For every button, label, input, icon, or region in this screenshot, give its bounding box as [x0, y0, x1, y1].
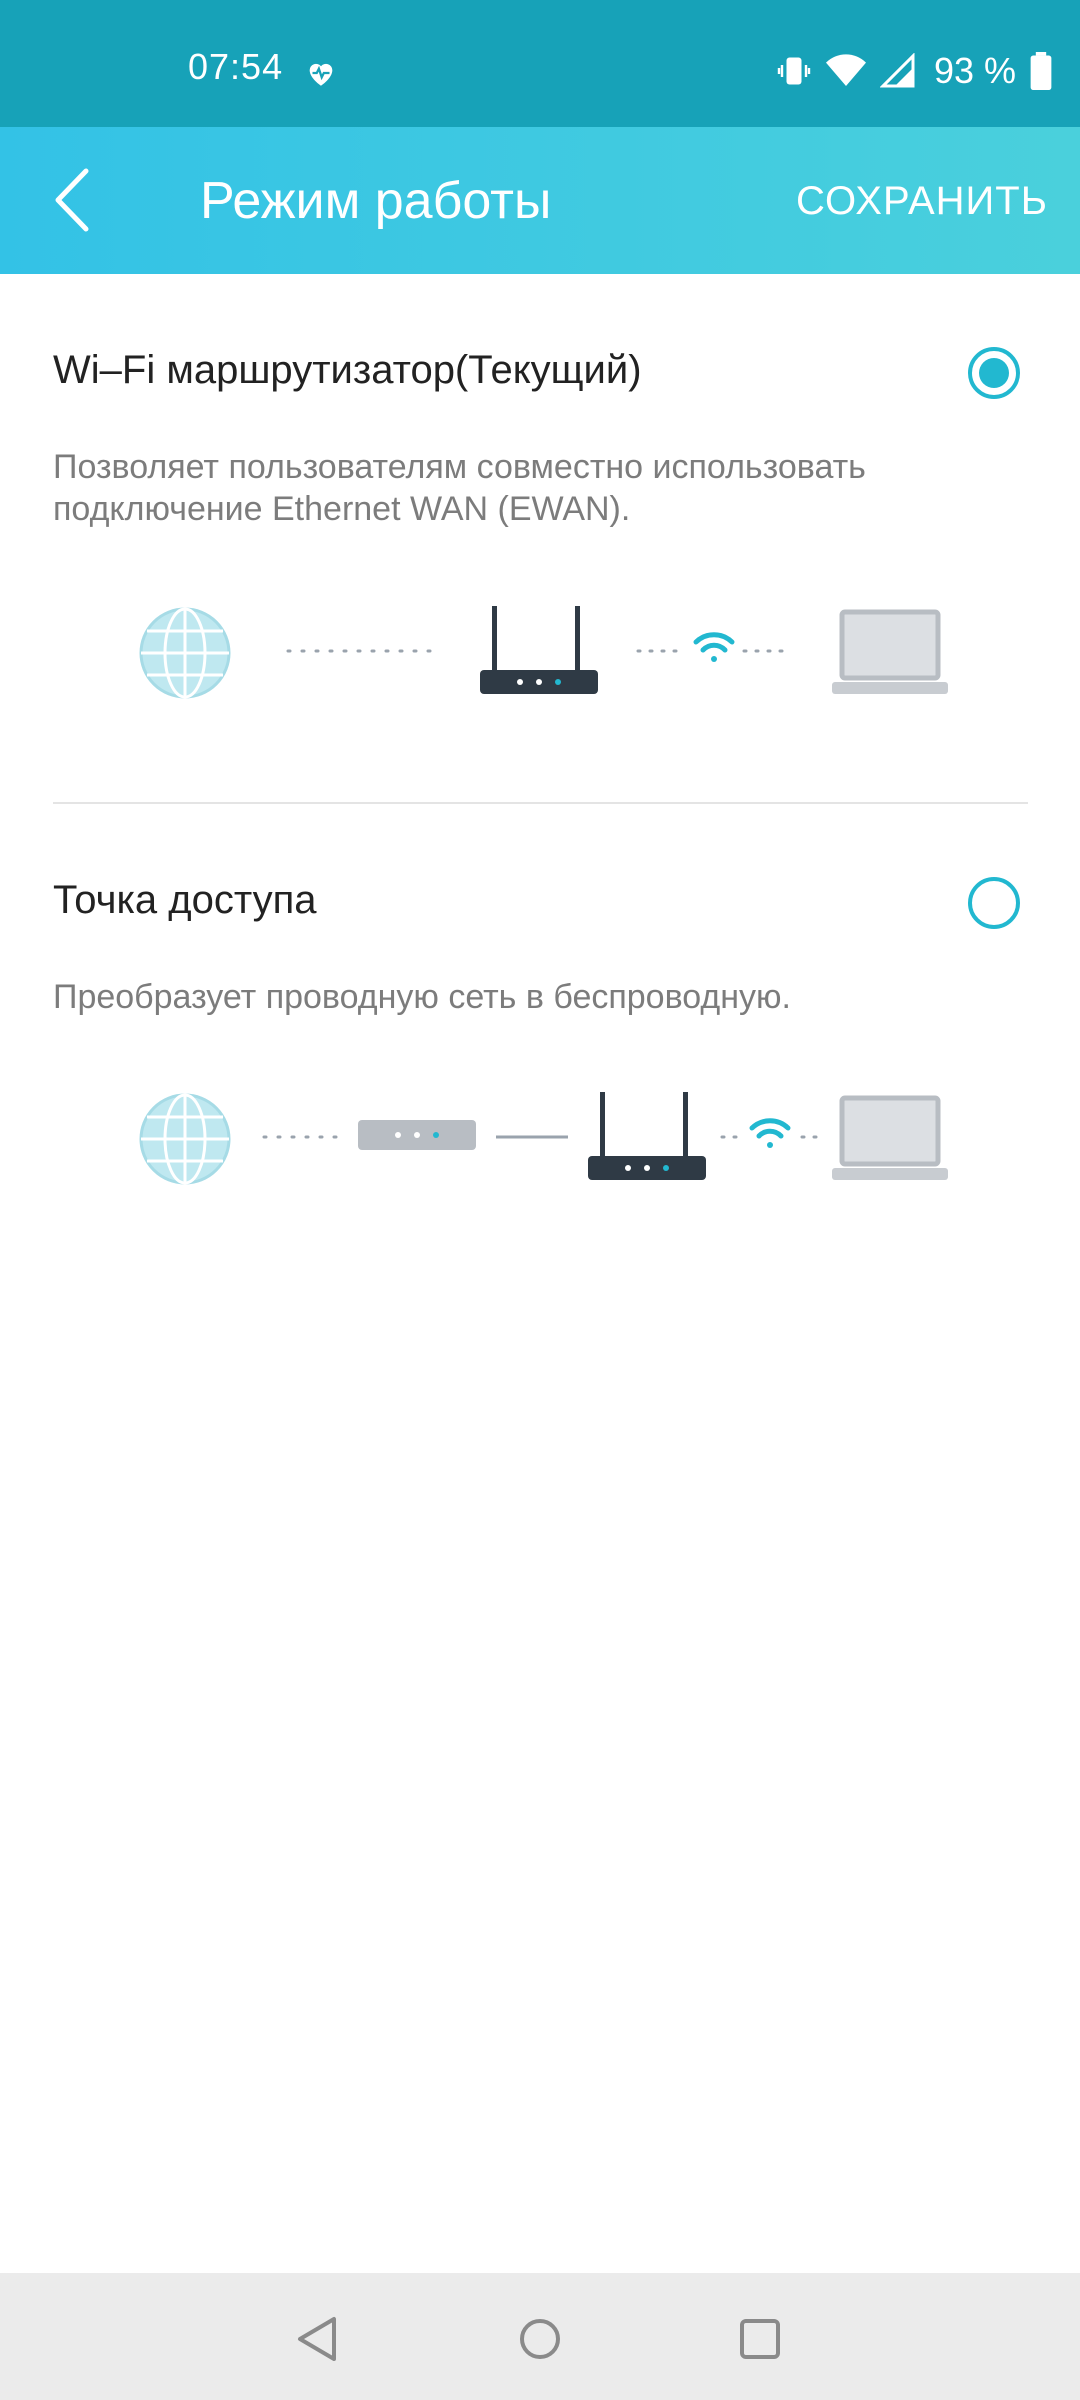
option-access-point-description: Преобразует проводную сеть в беспроводну…	[53, 978, 791, 1016]
nav-home-icon[interactable]	[510, 2309, 570, 2369]
divider	[53, 802, 1028, 804]
option-access-point-title[interactable]: Точка доступа	[53, 878, 317, 923]
wifi-icon	[825, 54, 866, 86]
app-bar: Режим работы СОХРАНИТЬ	[0, 127, 1080, 274]
globe-icon	[139, 1093, 231, 1185]
navigation-bar	[0, 2273, 1080, 2400]
radio-access-point[interactable]	[968, 877, 1020, 929]
battery-icon	[1030, 52, 1052, 90]
router-icon	[588, 1092, 706, 1180]
wifi-signal-icon	[693, 632, 735, 662]
nav-recents-icon[interactable]	[730, 2309, 790, 2369]
signal-icon	[879, 53, 915, 88]
save-button[interactable]: СОХРАНИТЬ	[796, 179, 1048, 224]
router-icon	[480, 606, 598, 694]
modem-icon	[358, 1120, 476, 1150]
laptop-icon	[832, 609, 948, 694]
access-point-diagram	[139, 1092, 948, 1185]
router-mode-diagram	[139, 606, 948, 699]
radio-router[interactable]	[968, 347, 1020, 399]
heart-icon	[309, 63, 333, 86]
status-icons: 93 %	[776, 50, 1052, 92]
back-icon[interactable]	[52, 167, 92, 233]
option-router-title[interactable]: Wi–Fi маршрутизатор(Текущий)	[53, 348, 642, 393]
laptop-icon	[832, 1095, 948, 1180]
status-bar: 07:54 93 %	[0, 0, 1080, 127]
nav-back-icon[interactable]	[290, 2309, 350, 2369]
option-router-description: Позволяет пользователям совместно исполь…	[53, 448, 866, 528]
globe-icon	[139, 607, 231, 699]
page-title: Режим работы	[200, 172, 552, 230]
vibrate-icon	[777, 57, 811, 85]
battery-text: 93 %	[933, 50, 1016, 91]
wifi-signal-icon	[749, 1118, 791, 1148]
status-time: 07:54	[188, 46, 284, 87]
